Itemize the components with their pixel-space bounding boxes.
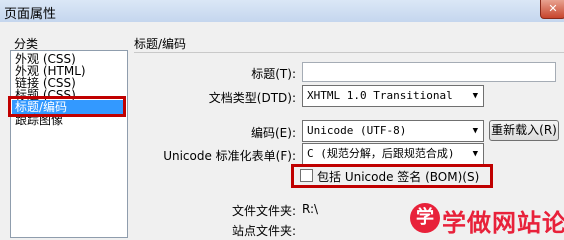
encoding-label: 编码(E):	[251, 126, 296, 140]
window-title: 页面属性	[4, 7, 57, 22]
encoding-value: Unicode (UTF-8)	[307, 124, 407, 137]
chevron-down-icon: ▼	[472, 91, 478, 101]
title-label: 标题(T):	[251, 67, 296, 81]
title-input[interactable]	[302, 62, 556, 82]
watermark-text: 学做网站论坛	[442, 209, 564, 237]
close-icon: ✕	[548, 2, 558, 15]
reload-button[interactable]: 重新载入(R)	[489, 120, 559, 141]
site-folder-label: 站点文件夹:	[231, 224, 296, 238]
doctype-label: 文档类型(DTD):	[208, 91, 296, 105]
normalization-value: C (规范分解，后跟规范合成)	[307, 147, 455, 160]
normalization-label: Unicode 标准化表单(F):	[163, 149, 296, 163]
watermark-icon: 学	[410, 203, 440, 233]
category-list[interactable]: 外观 (CSS) 外观 (HTML) 链接 (CSS) 标题 (CSS) 标题/…	[10, 50, 128, 238]
section-divider	[134, 52, 564, 53]
doc-folder-value: R:\	[302, 202, 319, 216]
chevron-down-icon: ▼	[472, 149, 478, 159]
annotation-highlight-category	[8, 96, 126, 117]
doctype-value: XHTML 1.0 Transitional	[307, 89, 453, 102]
chevron-down-icon: ▼	[472, 126, 478, 136]
doc-folder-label: 文件文件夹:	[231, 204, 296, 218]
encoding-select[interactable]: Unicode (UTF-8) ▼	[302, 120, 484, 142]
normalization-select[interactable]: C (规范分解，后跟规范合成) ▼	[302, 143, 484, 165]
annotation-highlight-bom	[291, 164, 493, 188]
title-bar: 页面属性 ✕	[0, 0, 564, 23]
section-heading: 标题/编码	[134, 37, 187, 51]
doctype-select[interactable]: XHTML 1.0 Transitional ▼	[302, 85, 484, 107]
close-button[interactable]: ✕	[540, 0, 564, 19]
